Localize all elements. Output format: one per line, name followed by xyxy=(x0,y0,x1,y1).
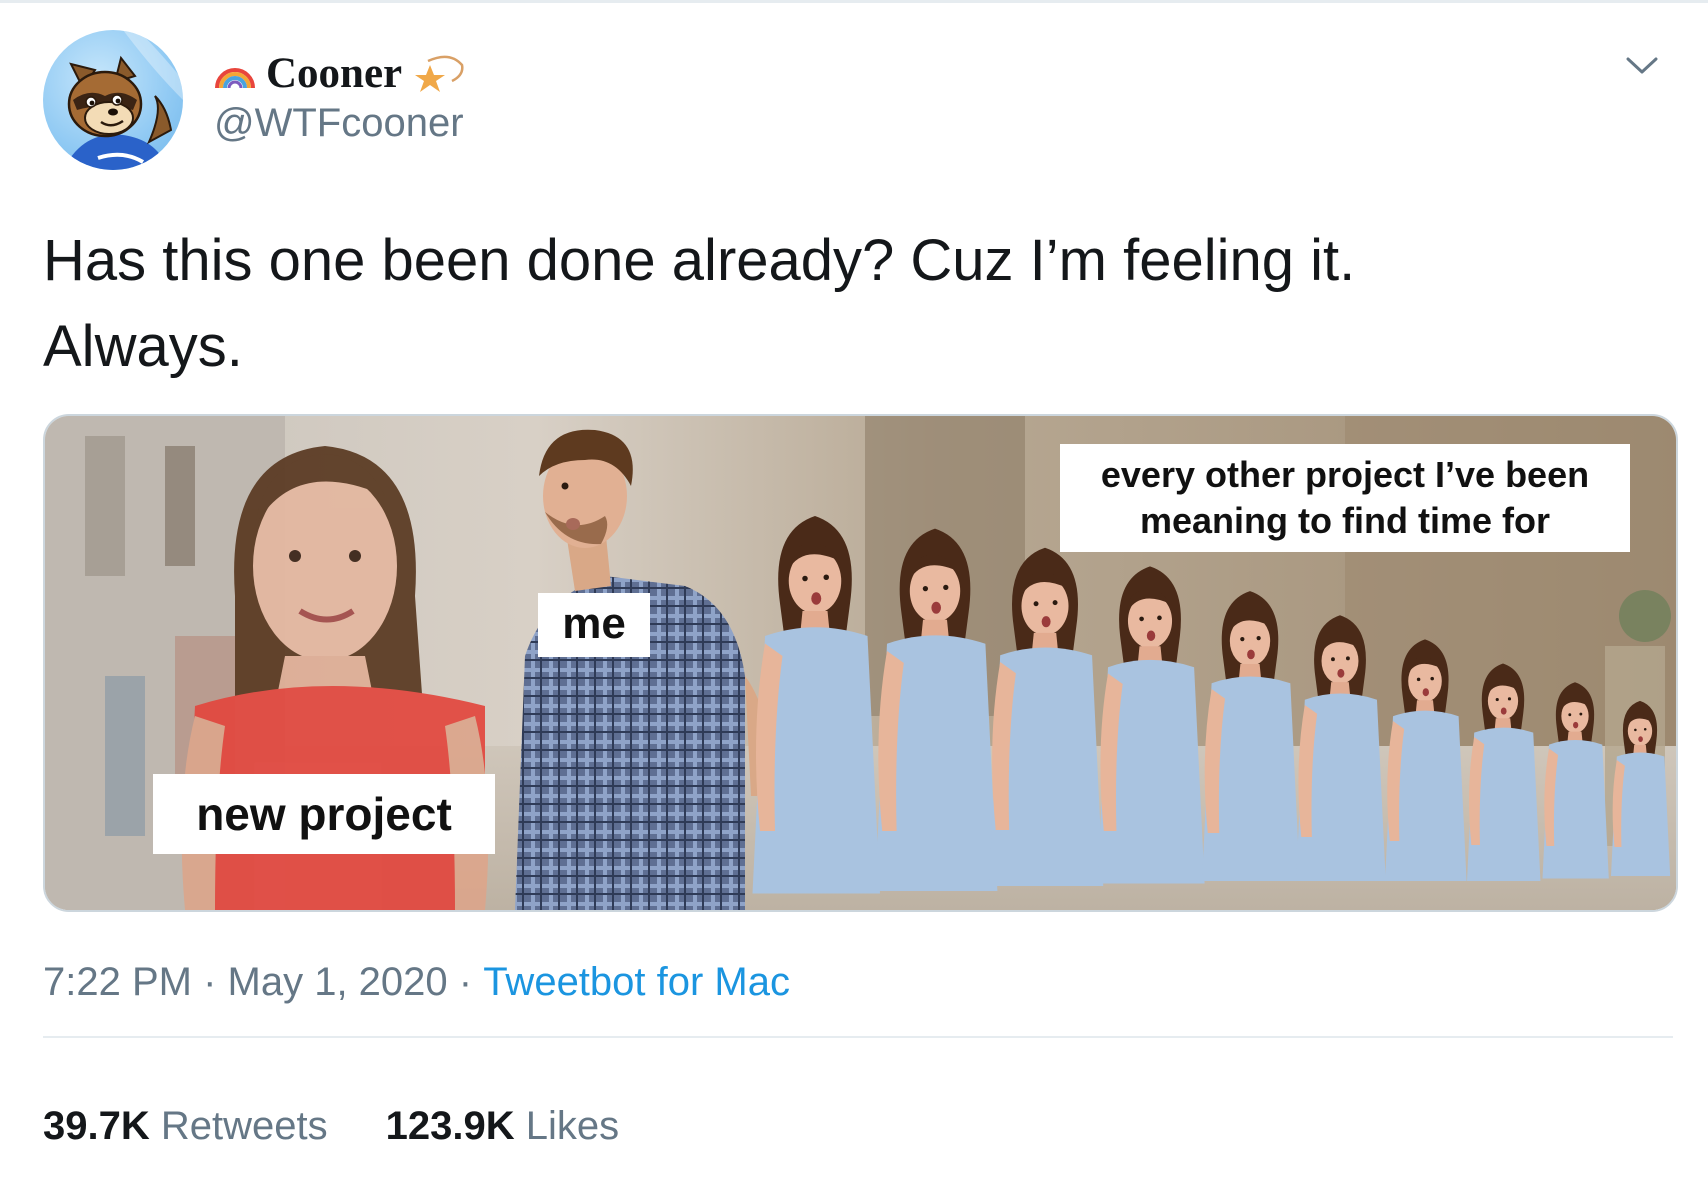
meme-label-me: me xyxy=(538,593,650,657)
tweet-meta: 7:22 PM · May 1, 2020 · Tweetbot for Mac xyxy=(43,952,790,1012)
shooting-star-icon xyxy=(415,55,464,92)
raccoon-avatar-icon xyxy=(63,30,183,170)
likes-count: 123.9K xyxy=(385,1103,515,1148)
tweet-source-link[interactable]: Tweetbot for Mac xyxy=(483,960,790,1005)
author-name-row[interactable]: Cooner xyxy=(214,42,466,104)
tweet-text-line: Has this one been done already? Cuz I’m … xyxy=(43,228,1356,293)
author-handle[interactable]: @WTFcooner xyxy=(214,101,464,146)
meta-separator: · xyxy=(447,959,484,1004)
top-divider xyxy=(0,0,1708,3)
meta-divider xyxy=(43,1036,1673,1038)
tweet-stats: 39.7K Retweets 123.9K Likes xyxy=(43,1096,619,1156)
likes-label: Likes xyxy=(525,1103,620,1148)
chevron-down-icon xyxy=(1626,57,1658,74)
meme-label-new-project: new project xyxy=(153,774,495,854)
tweet-time[interactable]: 7:22 PM xyxy=(43,960,192,1005)
meta-separator: · xyxy=(191,959,228,1004)
retweets-label: Retweets xyxy=(160,1103,328,1148)
tweet-text: Has this one been done already? Cuz I’m … xyxy=(43,218,1663,390)
tweet-date[interactable]: May 1, 2020 xyxy=(228,960,448,1005)
rainbow-icon xyxy=(215,68,255,89)
meme-label-line: every other project I’ve been xyxy=(1100,454,1590,495)
avatar[interactable] xyxy=(43,30,183,170)
tweet-media-image[interactable]: new project me every other project I’ve … xyxy=(43,414,1678,912)
tweet-menu-button[interactable] xyxy=(1624,50,1660,80)
retweets-stat[interactable]: 39.7K Retweets xyxy=(43,1104,328,1149)
likes-stat[interactable]: 123.9K Likes xyxy=(386,1104,620,1149)
meme-label-line: meaning to find time for xyxy=(1140,500,1550,541)
meme-label-other-projects: every other project I’ve been meaning to… xyxy=(1060,444,1630,552)
author-display-name[interactable]: Cooner xyxy=(266,49,402,98)
tweet-text-line: Always. xyxy=(43,314,243,379)
retweets-count: 39.7K xyxy=(43,1103,150,1148)
